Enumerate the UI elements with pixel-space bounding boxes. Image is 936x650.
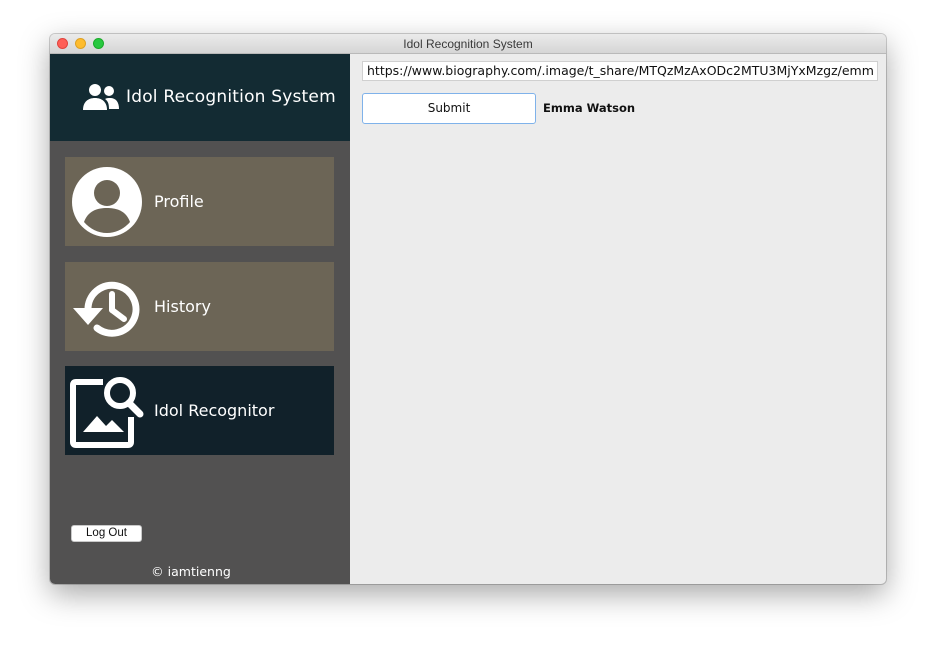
sidebar-item-label: Idol Recognitor (154, 401, 275, 420)
sidebar-item-history[interactable]: History (65, 262, 334, 351)
copyright-text: © iamtienng (151, 564, 231, 579)
history-clock-icon (73, 281, 140, 337)
users-icon (83, 84, 119, 110)
submit-button[interactable]: Submit (362, 93, 536, 124)
user-avatar-icon (72, 167, 142, 237)
sidebar: Idol Recognition System Profile History (50, 54, 350, 584)
sidebar-item-label: Profile (154, 192, 204, 211)
brand-header: Idol Recognition System (50, 54, 350, 141)
brand-title: Idol Recognition System (126, 87, 336, 107)
image-url-input[interactable]: https://www.biography.com/.image/t_share… (362, 61, 878, 81)
sidebar-item-label: History (154, 297, 211, 316)
sidebar-item-profile[interactable]: Profile (65, 157, 334, 246)
app-window: Idol Recognition System Idol Recognition… (50, 34, 886, 584)
image-search-icon (70, 377, 144, 448)
sidebar-item-idol-recognitor[interactable]: Idol Recognitor (65, 366, 334, 455)
title-bar: Idol Recognition System (50, 34, 886, 54)
window-title: Idol Recognition System (403, 37, 533, 51)
recognition-result: Emma Watson (543, 101, 636, 115)
logout-button[interactable]: Log Out (71, 525, 142, 542)
